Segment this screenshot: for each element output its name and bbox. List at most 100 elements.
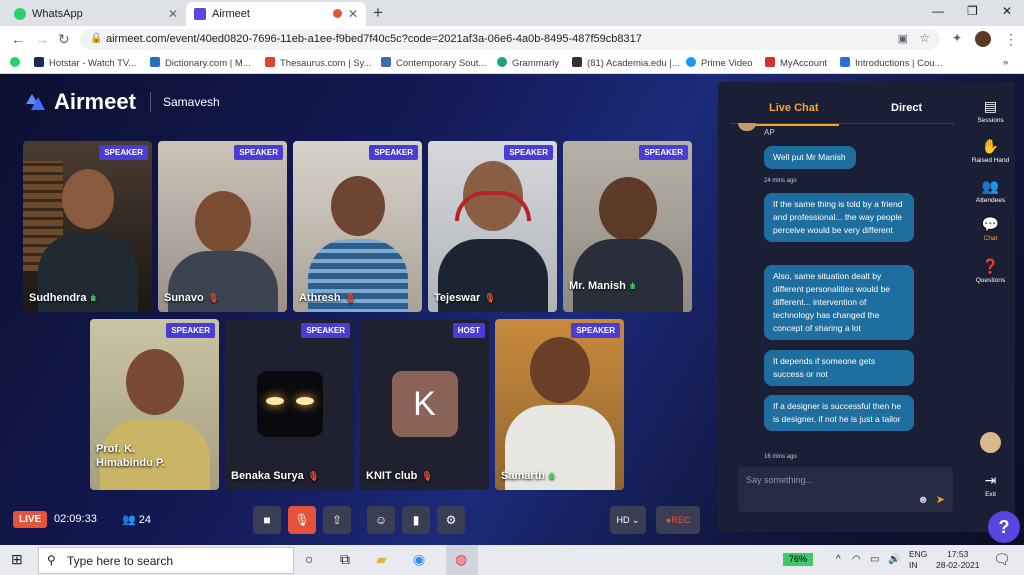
close-window-button[interactable]: ✕ (1002, 4, 1012, 18)
notifications-icon[interactable]: 🗨 (993, 551, 1011, 568)
system-clock[interactable]: 17:53 28-02-2021 (936, 549, 979, 571)
chat-input[interactable]: Say something... ☻ ➤ (738, 467, 953, 512)
close-tab-icon[interactable]: ✕ (168, 7, 178, 21)
more-bookmarks-icon[interactable]: » (1003, 57, 1008, 68)
bookmark-introductions[interactable]: Introductions | Cou... (840, 57, 943, 69)
chrome-icon: ◍ (455, 551, 468, 567)
role-badge: SPEAKER (571, 323, 620, 338)
rail-chat[interactable]: 💬 Chat (966, 216, 1015, 242)
rail-sessions[interactable]: ▤ Sessions (966, 98, 1015, 124)
mic-muted-icon: 🎙 (294, 513, 310, 527)
lock-icon: 🔒 (90, 33, 103, 44)
extensions-icon[interactable]: ✦ (952, 31, 962, 45)
airmeet-logo: Airmeet (24, 89, 136, 114)
question-icon: ❓ (981, 258, 1000, 274)
volume-icon[interactable]: 🔊 (888, 554, 900, 565)
participant-video (194, 191, 251, 253)
participant-tile[interactable]: SPEAKER Sunavo 🎙 (158, 141, 287, 312)
chevron-up-icon[interactable]: ^ (836, 554, 841, 565)
airmeet-logo-icon (26, 94, 45, 110)
tab-direct[interactable]: Direct (891, 102, 922, 114)
input-language[interactable]: ENG IN (909, 549, 927, 571)
help-button[interactable]: ? (988, 511, 1020, 543)
bookmark-prime-video[interactable]: Prime Video (686, 57, 753, 69)
minimize-button[interactable]: — (932, 4, 944, 18)
share-screen-icon: ⇧ (331, 513, 343, 527)
role-badge: SPEAKER (99, 145, 148, 160)
settings-button[interactable]: ⚙ (437, 506, 465, 534)
close-tab-icon[interactable]: ✕ (348, 7, 358, 21)
wifi-icon[interactable]: ◠ (852, 554, 861, 565)
rail-raised-hand[interactable]: ✋ Raised Hand (966, 138, 1015, 164)
camera-button[interactable]: ■ (253, 506, 281, 534)
back-icon[interactable]: ← (11, 31, 25, 47)
new-tab-button[interactable]: + (373, 3, 383, 23)
reload-icon[interactable]: ↻ (58, 31, 70, 48)
participant-tile[interactable]: K HOST KNIT club 🎙 (360, 319, 489, 490)
profile-avatar[interactable] (975, 31, 991, 47)
participant-name: Mr. Manish ıIı (569, 280, 635, 292)
camera-icon[interactable]: ▣ (898, 32, 908, 45)
bookmark-dictionary[interactable]: Dictionary.com | M... (150, 57, 251, 69)
rail-exit[interactable]: ⇥ Exit (966, 472, 1015, 498)
bookmark-contemporary[interactable]: Contemporary Sout... (381, 57, 486, 69)
stats-button[interactable]: ▮ (402, 506, 430, 534)
browser-toolbar: ← → ↻ 🔒 airmeet.com/event/40ed0820-7696-… (0, 26, 1024, 52)
avatar[interactable] (980, 432, 1001, 453)
bookmark-thesaurus[interactable]: Thesaurus.com | Sy... (265, 57, 372, 69)
role-badge: SPEAKER (301, 323, 350, 338)
mic-button[interactable]: 🎙 (288, 506, 316, 534)
address-bar[interactable]: 🔒 airmeet.com/event/40ed0820-7696-11eb-a… (80, 29, 940, 50)
reactions-button[interactable]: ☺ (367, 506, 395, 534)
chrome-taskbar-item[interactable]: ◍ (446, 545, 478, 575)
quality-select[interactable]: HD ⌄ (610, 506, 646, 534)
attendee-count[interactable]: 👥 24 (122, 513, 151, 526)
rail-questions[interactable]: ❓ Questions (966, 258, 1015, 284)
chat-message: Also, same situation dealt by different … (764, 265, 914, 340)
menu-icon[interactable]: ⋮ (1004, 31, 1018, 48)
participant-tile[interactable]: SPEAKER Tejeswar 🎙 (428, 141, 557, 312)
participant-name: Prof. K. Himabindu P. (96, 443, 165, 469)
participant-tile[interactable]: SPEAKER Benaka Surya 🎙 (225, 319, 354, 490)
network-icon[interactable]: ▭ (870, 554, 879, 565)
tab-airmeet[interactable]: Airmeet ✕ (186, 2, 366, 26)
taskbar-search[interactable]: ⚲ Type here to search (38, 547, 294, 574)
participant-tile[interactable]: SPEAKER Sudhendra ıIı (23, 141, 152, 312)
send-icon[interactable]: ➤ (936, 493, 945, 506)
chat-tabs: Live Chat Direct (730, 92, 954, 126)
mic-muted-icon: 🎙 (207, 293, 220, 303)
participant-tile[interactable]: SPEAKER Prof. K. Himabindu P. (90, 319, 219, 490)
avatar (738, 123, 756, 131)
message-timestamp: 24 mins ago (764, 178, 797, 184)
forward-icon[interactable]: → (35, 31, 49, 47)
bookmark-grammarly[interactable]: Grammarly (497, 57, 559, 69)
chat-message: If the same thing is told by a friend an… (764, 193, 914, 242)
battery-indicator[interactable]: 76% (783, 553, 813, 566)
bookmark-academia[interactable]: (81) Academia.edu |... (572, 57, 680, 69)
rail-attendees[interactable]: 👥 Attendees (966, 178, 1015, 204)
participant-tile[interactable]: SPEAKER Samarth ıIı (495, 319, 624, 490)
whatsapp-bookmark-icon[interactable] (10, 57, 25, 69)
mic-muted-icon: 🎙 (484, 293, 496, 303)
participant-tile[interactable]: SPEAKER Athresh 🎙 (293, 141, 422, 312)
emoji-icon[interactable]: ☻ (917, 494, 929, 506)
bookmark-hotstar[interactable]: Hotstar - Watch TV... (34, 57, 136, 69)
question-icon: ? (998, 516, 1010, 537)
tab-whatsapp[interactable]: WhatsApp ✕ (6, 2, 186, 26)
star-icon[interactable]: ☆ (919, 31, 930, 45)
participant-name: KNIT club 🎙 (366, 470, 433, 482)
participant-name: Athresh 🎙 (299, 292, 356, 304)
cortana-icon[interactable]: ○ (305, 551, 313, 567)
role-badge: SPEAKER (166, 323, 215, 338)
zoom-app-icon[interactable]: ◉ (413, 551, 425, 568)
bookmark-myaccount[interactable]: MyAccount (765, 57, 827, 69)
windows-start-icon[interactable]: ⊞ (11, 551, 23, 568)
maximize-button[interactable]: ❐ (967, 4, 978, 18)
record-button[interactable]: ● REC (656, 506, 700, 534)
share-screen-button[interactable]: ⇧ (323, 506, 351, 534)
task-view-icon[interactable]: ⧉ (340, 551, 350, 568)
file-explorer-icon[interactable]: ▰ (376, 551, 387, 568)
role-badge: SPEAKER (504, 145, 553, 160)
tab-live-chat[interactable]: Live Chat (741, 102, 839, 126)
participant-tile[interactable]: SPEAKER Mr. Manish ıIı (563, 141, 692, 312)
